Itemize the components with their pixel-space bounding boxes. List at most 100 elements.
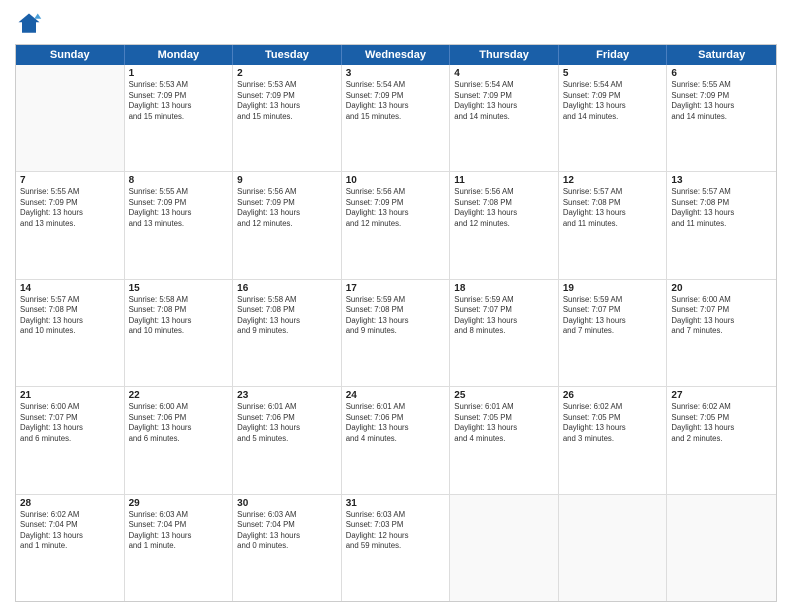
- day-cell-14: 14Sunrise: 5:57 AM Sunset: 7:08 PM Dayli…: [16, 280, 125, 386]
- header-day-monday: Monday: [125, 45, 234, 65]
- day-number: 2: [237, 68, 337, 79]
- day-number: 7: [20, 175, 120, 186]
- day-cell-25: 25Sunrise: 6:01 AM Sunset: 7:05 PM Dayli…: [450, 387, 559, 493]
- day-info: Sunrise: 5:54 AM Sunset: 7:09 PM Dayligh…: [454, 80, 554, 122]
- day-number: 6: [671, 68, 772, 79]
- day-number: 24: [346, 390, 446, 401]
- day-number: 3: [346, 68, 446, 79]
- day-cell-11: 11Sunrise: 5:56 AM Sunset: 7:08 PM Dayli…: [450, 172, 559, 278]
- day-cell-24: 24Sunrise: 6:01 AM Sunset: 7:06 PM Dayli…: [342, 387, 451, 493]
- day-info: Sunrise: 5:57 AM Sunset: 7:08 PM Dayligh…: [671, 187, 772, 229]
- header-day-tuesday: Tuesday: [233, 45, 342, 65]
- calendar-row-2: 7 Sunrise: 5:55 AM Sunset: 7:09 PM Daylig…: [16, 172, 776, 279]
- header-day-friday: Friday: [559, 45, 668, 65]
- calendar-header: SundayMondayTuesdayWednesdayThursdayFrid…: [16, 45, 776, 65]
- day-cell-18: 18Sunrise: 5:59 AM Sunset: 7:07 PM Dayli…: [450, 280, 559, 386]
- empty-cell: [450, 495, 559, 601]
- calendar: SundayMondayTuesdayWednesdayThursdayFrid…: [15, 44, 777, 602]
- day-info: Sunrise: 5:57 AM Sunset: 7:08 PM Dayligh…: [563, 187, 663, 229]
- day-info: Sunrise: 5:56 AM Sunset: 7:09 PM Dayligh…: [346, 187, 446, 229]
- day-cell-17: 17Sunrise: 5:59 AM Sunset: 7:08 PM Dayli…: [342, 280, 451, 386]
- day-info: Sunrise: 6:01 AM Sunset: 7:06 PM Dayligh…: [237, 402, 337, 444]
- day-info: Sunrise: 6:00 AM Sunset: 7:07 PM Dayligh…: [671, 295, 772, 337]
- day-number: 8: [129, 175, 229, 186]
- day-info: Sunrise: 6:01 AM Sunset: 7:06 PM Dayligh…: [346, 402, 446, 444]
- day-info: Sunrise: 5:58 AM Sunset: 7:08 PM Dayligh…: [129, 295, 229, 337]
- day-info: Sunrise: 5:53 AM Sunset: 7:09 PM Dayligh…: [129, 80, 229, 122]
- day-number: 28: [20, 498, 120, 509]
- day-number: 21: [20, 390, 120, 401]
- day-number: 29: [129, 498, 229, 509]
- day-info: Sunrise: 6:03 AM Sunset: 7:04 PM Dayligh…: [129, 510, 229, 552]
- day-info: Sunrise: 5:56 AM Sunset: 7:09 PM Dayligh…: [237, 187, 337, 229]
- day-cell-30: 30Sunrise: 6:03 AM Sunset: 7:04 PM Dayli…: [233, 495, 342, 601]
- day-cell-29: 29Sunrise: 6:03 AM Sunset: 7:04 PM Dayli…: [125, 495, 234, 601]
- day-number: 22: [129, 390, 229, 401]
- day-number: 10: [346, 175, 446, 186]
- header-day-sunday: Sunday: [16, 45, 125, 65]
- day-number: 4: [454, 68, 554, 79]
- day-cell-27: 27Sunrise: 6:02 AM Sunset: 7:05 PM Dayli…: [667, 387, 776, 493]
- calendar-row-5: 28Sunrise: 6:02 AM Sunset: 7:04 PM Dayli…: [16, 495, 776, 601]
- day-info: Sunrise: 5:55 AM Sunset: 7:09 PM Dayligh…: [671, 80, 772, 122]
- day-cell-3: 3Sunrise: 5:54 AM Sunset: 7:09 PM Daylig…: [342, 65, 451, 171]
- day-number: 9: [237, 175, 337, 186]
- header-day-thursday: Thursday: [450, 45, 559, 65]
- day-number: 18: [454, 283, 554, 294]
- day-cell-28: 28Sunrise: 6:02 AM Sunset: 7:04 PM Dayli…: [16, 495, 125, 601]
- day-info: Sunrise: 5:58 AM Sunset: 7:08 PM Dayligh…: [237, 295, 337, 337]
- day-info: Sunrise: 6:02 AM Sunset: 7:04 PM Dayligh…: [20, 510, 120, 552]
- day-number: 19: [563, 283, 663, 294]
- day-number: 20: [671, 283, 772, 294]
- calendar-row-3: 14Sunrise: 5:57 AM Sunset: 7:08 PM Dayli…: [16, 280, 776, 387]
- day-cell-20: 20Sunrise: 6:00 AM Sunset: 7:07 PM Dayli…: [667, 280, 776, 386]
- day-number: 26: [563, 390, 663, 401]
- day-number: 17: [346, 283, 446, 294]
- day-cell-1: 1Sunrise: 5:53 AM Sunset: 7:09 PM Daylig…: [125, 65, 234, 171]
- day-number: 23: [237, 390, 337, 401]
- day-info: Sunrise: 5:55 AM Sunset: 7:09 PM Dayligh…: [129, 187, 229, 229]
- day-cell-7: 7Sunrise: 5:55 AM Sunset: 7:09 PM Daylig…: [16, 172, 125, 278]
- day-number: 12: [563, 175, 663, 186]
- logo: [15, 10, 47, 38]
- day-cell-22: 22Sunrise: 6:00 AM Sunset: 7:06 PM Dayli…: [125, 387, 234, 493]
- empty-cell: [667, 495, 776, 601]
- page: SundayMondayTuesdayWednesdayThursdayFrid…: [0, 0, 792, 612]
- day-cell-5: 5Sunrise: 5:54 AM Sunset: 7:09 PM Daylig…: [559, 65, 668, 171]
- day-info: Sunrise: 5:59 AM Sunset: 7:07 PM Dayligh…: [563, 295, 663, 337]
- day-info: Sunrise: 5:57 AM Sunset: 7:08 PM Dayligh…: [20, 295, 120, 337]
- day-cell-6: 6Sunrise: 5:55 AM Sunset: 7:09 PM Daylig…: [667, 65, 776, 171]
- logo-icon: [15, 10, 43, 38]
- header-day-saturday: Saturday: [667, 45, 776, 65]
- day-info: Sunrise: 5:59 AM Sunset: 7:08 PM Dayligh…: [346, 295, 446, 337]
- day-cell-12: 12Sunrise: 5:57 AM Sunset: 7:08 PM Dayli…: [559, 172, 668, 278]
- day-cell-2: 2Sunrise: 5:53 AM Sunset: 7:09 PM Daylig…: [233, 65, 342, 171]
- day-number: 27: [671, 390, 772, 401]
- day-info: Sunrise: 5:54 AM Sunset: 7:09 PM Dayligh…: [346, 80, 446, 122]
- day-cell-21: 21Sunrise: 6:00 AM Sunset: 7:07 PM Dayli…: [16, 387, 125, 493]
- day-cell-4: 4Sunrise: 5:54 AM Sunset: 7:09 PM Daylig…: [450, 65, 559, 171]
- day-number: 30: [237, 498, 337, 509]
- day-info: Sunrise: 5:56 AM Sunset: 7:08 PM Dayligh…: [454, 187, 554, 229]
- day-info: Sunrise: 6:00 AM Sunset: 7:06 PM Dayligh…: [129, 402, 229, 444]
- day-info: Sunrise: 5:54 AM Sunset: 7:09 PM Dayligh…: [563, 80, 663, 122]
- day-number: 11: [454, 175, 554, 186]
- day-number: 15: [129, 283, 229, 294]
- day-cell-31: 31Sunrise: 6:03 AM Sunset: 7:03 PM Dayli…: [342, 495, 451, 601]
- day-info: Sunrise: 6:02 AM Sunset: 7:05 PM Dayligh…: [563, 402, 663, 444]
- calendar-body: 1Sunrise: 5:53 AM Sunset: 7:09 PM Daylig…: [16, 65, 776, 601]
- day-info: Sunrise: 6:00 AM Sunset: 7:07 PM Dayligh…: [20, 402, 120, 444]
- day-number: 13: [671, 175, 772, 186]
- day-number: 1: [129, 68, 229, 79]
- day-info: Sunrise: 6:01 AM Sunset: 7:05 PM Dayligh…: [454, 402, 554, 444]
- day-info: Sunrise: 5:59 AM Sunset: 7:07 PM Dayligh…: [454, 295, 554, 337]
- empty-cell: [559, 495, 668, 601]
- day-cell-26: 26Sunrise: 6:02 AM Sunset: 7:05 PM Dayli…: [559, 387, 668, 493]
- day-number: 31: [346, 498, 446, 509]
- day-cell-23: 23Sunrise: 6:01 AM Sunset: 7:06 PM Dayli…: [233, 387, 342, 493]
- day-number: 16: [237, 283, 337, 294]
- day-info: Sunrise: 6:03 AM Sunset: 7:03 PM Dayligh…: [346, 510, 446, 552]
- day-cell-8: 8Sunrise: 5:55 AM Sunset: 7:09 PM Daylig…: [125, 172, 234, 278]
- calendar-row-4: 21Sunrise: 6:00 AM Sunset: 7:07 PM Dayli…: [16, 387, 776, 494]
- day-cell-13: 13Sunrise: 5:57 AM Sunset: 7:08 PM Dayli…: [667, 172, 776, 278]
